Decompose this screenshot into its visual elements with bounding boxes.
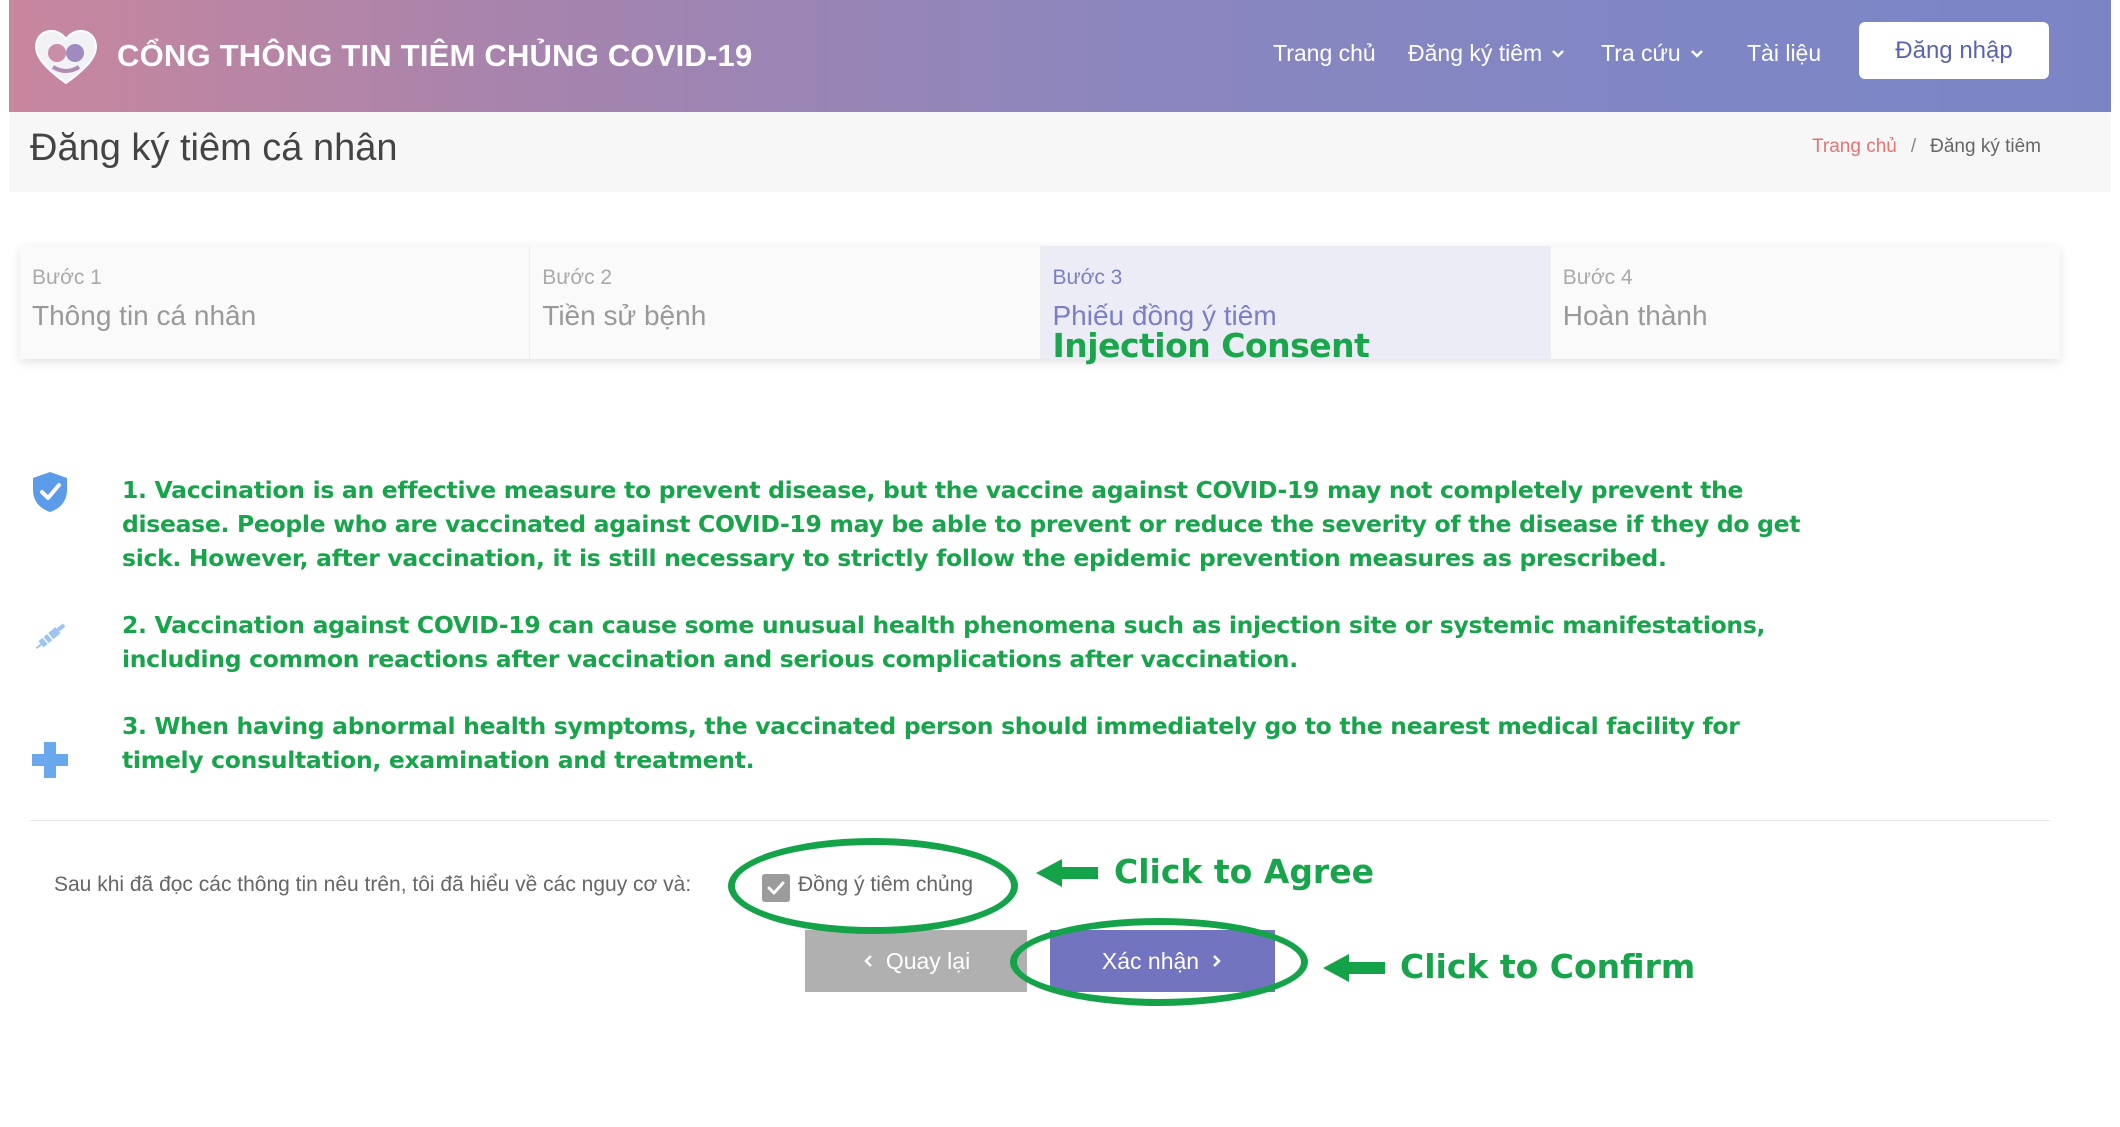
breadcrumb: Trang chủ / Đăng ký tiêm <box>1812 136 2041 158</box>
step-label: Tiền sử bệnh <box>542 300 707 331</box>
breadcrumb-current: Đăng ký tiêm <box>1930 136 2041 157</box>
nav-home[interactable]: Trang chủ <box>1273 40 1376 67</box>
arrow-left-icon <box>1036 859 1098 887</box>
consent-note-3: 3. When having abnormal health symptoms,… <box>122 712 1740 774</box>
back-button[interactable]: Quay lại <box>805 930 1027 992</box>
step-number: Bước 4 <box>1562 266 1633 289</box>
agree-highlight-ellipse <box>728 838 1018 934</box>
click-to-agree-annotation: Click to Agree <box>1114 852 1374 891</box>
step-2: Bước 2 Tiền sử bệnh <box>530 246 1041 359</box>
confirm-highlight-ellipse <box>1010 918 1308 1006</box>
step-number: Bước 3 <box>1052 266 1123 289</box>
agreement-text: Sau khi đã đọc các thông tin nêu trên, t… <box>54 873 692 896</box>
step-number: Bước 2 <box>542 266 613 289</box>
arrow-left-icon <box>1323 954 1385 982</box>
nav-docs[interactable]: Tài liệu <box>1747 40 1821 67</box>
breadcrumb-separator: / <box>1910 136 1917 157</box>
click-to-confirm-annotation: Click to Confirm <box>1400 947 1696 986</box>
nav-register[interactable]: Đăng ký tiêm <box>1408 40 1566 67</box>
chevron-down-icon <box>1690 49 1703 58</box>
step-label: Hoàn thành <box>1562 300 1708 331</box>
step-label: Thông tin cá nhân <box>32 300 257 331</box>
nav-lookup[interactable]: Tra cứu <box>1601 40 1705 67</box>
page-title: Đăng ký tiêm cá nhân <box>30 127 398 169</box>
injection-consent-caption: Injection Consent <box>1052 326 1370 365</box>
consent-note-1: 1. Vaccination is an effective measure t… <box>122 476 1801 572</box>
heart-logo-icon <box>35 30 97 85</box>
step-progress: Bước 1 Thông tin cá nhân Bước 2 Tiền sử … <box>20 246 2060 365</box>
login-button[interactable]: Đăng nhập <box>1859 22 2049 79</box>
brand-title: CỔNG THÔNG TIN TIÊM CHỦNG COVID-19 <box>117 38 753 73</box>
shield-check-icon <box>33 472 67 512</box>
step-1: Bước 1 Thông tin cá nhân <box>20 246 531 359</box>
step-number: Bước 1 <box>32 266 102 289</box>
divider <box>30 820 2050 821</box>
chevron-down-icon <box>1552 49 1565 58</box>
step-4: Bước 4 Hoàn thành <box>1551 246 2060 359</box>
top-header: CỔNG THÔNG TIN TIÊM CHỦNG COVID-19 Trang… <box>9 0 2111 112</box>
consent-note-2: 2. Vaccination against COVID-19 can caus… <box>122 611 1766 673</box>
breadcrumb-home-link[interactable]: Trang chủ <box>1812 136 1897 157</box>
syringe-icon <box>35 623 66 649</box>
medical-cross-icon <box>32 742 68 778</box>
chevron-left-icon <box>864 955 872 967</box>
step-3-active: Bước 3 Phiếu đồng ý tiêm Injection Conse… <box>1040 246 1551 365</box>
